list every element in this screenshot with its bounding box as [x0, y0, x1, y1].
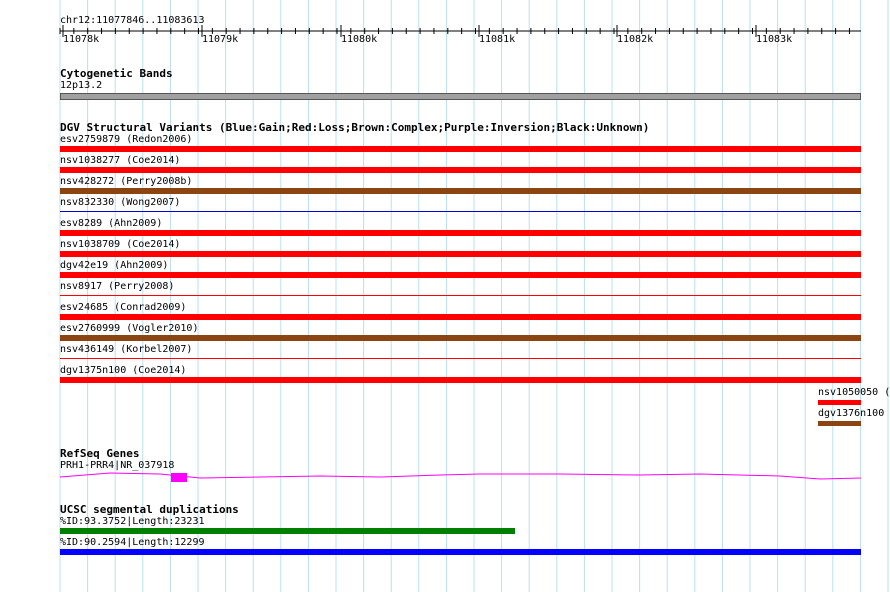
dgv-feature-bar[interactable]	[818, 400, 861, 405]
refseq-gene-model[interactable]	[0, 468, 890, 488]
dgv-feature-bar[interactable]	[60, 230, 861, 236]
track-title-segdups: UCSC segmental duplications	[60, 503, 239, 516]
dgv-feature-label: nsv1038709 (Coe2014)	[60, 239, 181, 250]
dgv-feature-bar[interactable]	[60, 167, 861, 173]
segdup-bar[interactable]	[60, 549, 861, 555]
dgv-feature-bar[interactable]	[60, 272, 861, 278]
dgv-feature-bar[interactable]	[60, 295, 861, 296]
dgv-feature-label: esv24685 (Conrad2009)	[60, 302, 187, 313]
dgv-feature-bar[interactable]	[60, 335, 861, 341]
dgv-feature-label: esv8289 (Ahn2009)	[60, 218, 163, 229]
dgv-feature-bar[interactable]	[60, 251, 861, 257]
dgv-feature-bar[interactable]	[60, 358, 861, 359]
dgv-feature-label: nsv1050050 (	[818, 387, 890, 398]
dgv-feature-label: nsv8917 (Perry2008)	[60, 281, 175, 292]
dgv-feature-label: dgv1375n100 (Coe2014)	[60, 365, 187, 376]
cytoband-label: 12p13.2	[60, 80, 103, 91]
ruler-tick-label: 11078k	[63, 34, 100, 45]
dgv-feature-bar[interactable]	[60, 188, 861, 194]
ruler-tick-label: 11081k	[479, 34, 516, 45]
cytoband-bar[interactable]	[60, 93, 861, 100]
ruler-tick-label: 11082k	[617, 34, 654, 45]
dgv-feature-label: dgv42e19 (Ahn2009)	[60, 260, 169, 271]
dgv-feature-label: esv2760999 (Vogler2010)	[60, 323, 199, 334]
ruler-tick-label: 11079k	[202, 34, 239, 45]
dgv-feature-label: nsv832330 (Wong2007)	[60, 197, 181, 208]
ruler-location: chr12:11077846..11083613	[60, 15, 205, 26]
dgv-feature-bar[interactable]	[60, 146, 861, 152]
track-title-cytobands: Cytogenetic Bands	[60, 67, 173, 80]
ruler-tick-label: 11080k	[341, 34, 378, 45]
dgv-feature-bar[interactable]	[60, 211, 861, 212]
dgv-feature-bar[interactable]	[60, 377, 861, 383]
exon-block	[171, 473, 187, 482]
dgv-feature-label: nsv1038277 (Coe2014)	[60, 155, 181, 166]
segdup-bar[interactable]	[60, 528, 515, 534]
dgv-feature-label: nsv428272 (Perry2008b)	[60, 176, 193, 187]
ruler-tick-label: 11083k	[756, 34, 793, 45]
dgv-feature-label: dgv1376n100	[818, 408, 885, 419]
segdup-label: %ID:93.3752|Length:23231	[60, 516, 205, 527]
dgv-feature-bar[interactable]	[818, 421, 861, 426]
segdup-label: %ID:90.2594|Length:12299	[60, 537, 205, 548]
track-title-dgv: DGV Structural Variants (Blue:Gain;Red:L…	[60, 121, 650, 134]
dgv-feature-label: esv2759879 (Redon2006)	[60, 134, 193, 145]
dgv-feature-bar[interactable]	[60, 314, 861, 320]
track-title-refseq: RefSeq Genes	[60, 447, 140, 460]
dgv-feature-label: nsv436149 (Korbel2007)	[60, 344, 193, 355]
